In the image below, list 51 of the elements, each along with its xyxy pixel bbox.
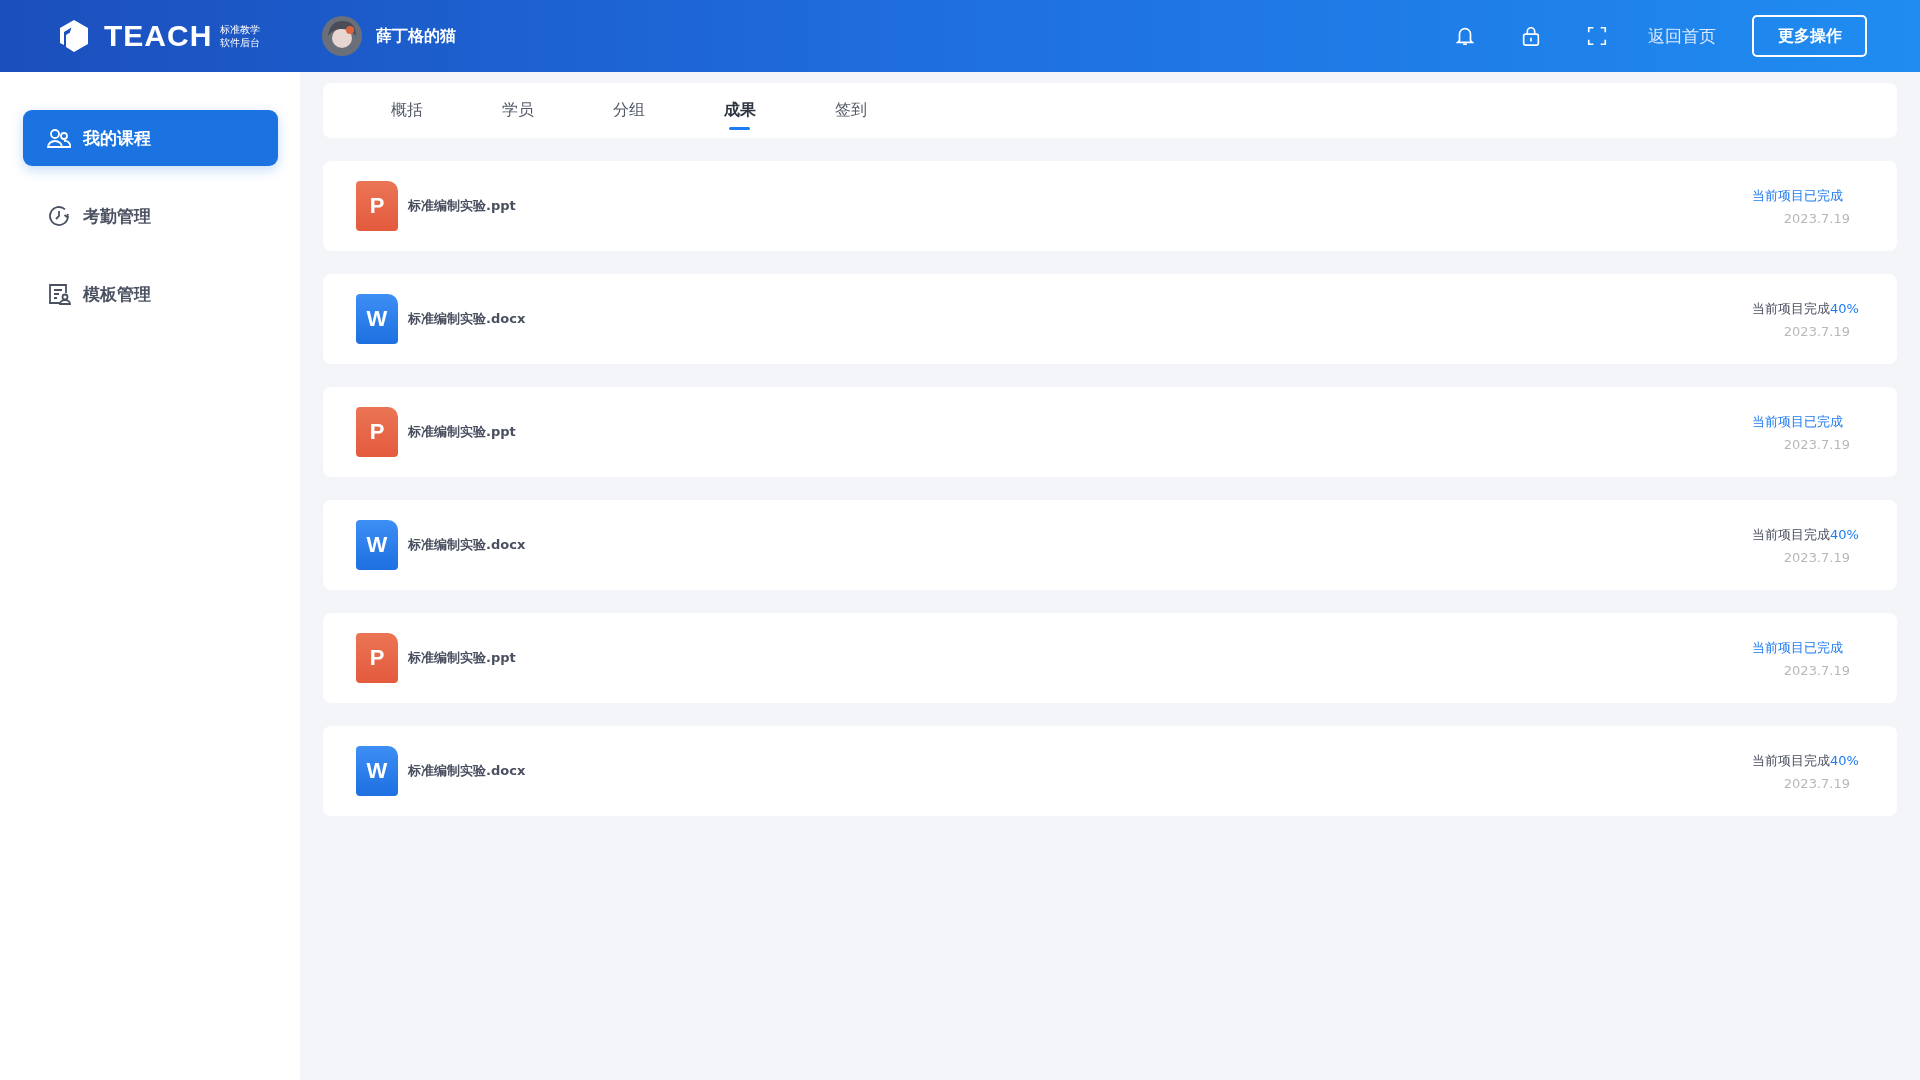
file-name: 标准编制实验.ppt [408,423,516,441]
tab[interactable]: 签到 [795,83,906,138]
file-name: 标准编制实验.docx [408,310,526,328]
file-name: 标准编制实验.docx [408,762,526,780]
file-card[interactable]: W 标准编制实验.docx 当前项目完成40% 2023.7.19 [323,726,1897,816]
presentation-file-icon: P [356,633,398,683]
date-text: 2023.7.19 [1783,210,1850,226]
logo-text: TEACH [104,19,213,53]
document-file-icon: W [356,746,398,796]
date-text: 2023.7.19 [1783,436,1850,452]
file-card[interactable]: P 标准编制实验.ppt 当前项目已完成 2023.7.19 [323,613,1897,703]
tab[interactable]: 学员 [462,83,573,138]
more-actions-button[interactable]: 更多操作 [1752,15,1867,57]
logo-subtitle: 软件后台 [220,36,261,49]
presentation-file-icon: P [356,181,398,231]
lock-icon[interactable] [1520,25,1542,47]
bell-icon[interactable] [1454,25,1476,47]
clock-icon [47,204,71,228]
file-card[interactable]: W 标准编制实验.docx 当前项目完成40% 2023.7.19 [323,274,1897,364]
logo-icon [58,19,90,53]
sidebar-item[interactable]: 考勤管理 [23,188,278,244]
file-card[interactable]: P 标准编制实验.ppt 当前项目已完成 2023.7.19 [323,161,1897,251]
status-text: 当前项目已完成 [1752,412,1843,431]
status-text: 当前项目完成40% [1752,525,1859,544]
date-text: 2023.7.19 [1783,662,1850,678]
file-name: 标准编制实验.docx [408,536,526,554]
file-name: 标准编制实验.ppt [408,197,516,215]
sidebar-item[interactable]: 我的课程 [23,110,278,166]
tab[interactable]: 成果 [684,83,795,138]
tab[interactable]: 分组 [573,83,684,138]
users-icon [47,126,71,150]
tab[interactable]: 概括 [351,83,462,138]
file-name: 标准编制实验.ppt [408,649,516,667]
document-file-icon: W [356,294,398,344]
document-user-icon [47,282,71,306]
date-text: 2023.7.19 [1783,323,1850,339]
status-text: 当前项目已完成 [1752,186,1843,205]
presentation-file-icon: P [356,407,398,457]
status-text: 当前项目完成40% [1752,299,1859,318]
date-text: 2023.7.19 [1783,775,1850,791]
user-name: 薛丁格的猫 [376,25,456,47]
status-text: 当前项目完成40% [1752,751,1859,770]
status-text: 当前项目已完成 [1752,638,1843,657]
fullscreen-icon[interactable] [1586,25,1608,47]
document-file-icon: W [356,520,398,570]
file-card[interactable]: W 标准编制实验.docx 当前项目完成40% 2023.7.19 [323,500,1897,590]
file-card[interactable]: P 标准编制实验.ppt 当前项目已完成 2023.7.19 [323,387,1897,477]
date-text: 2023.7.19 [1783,549,1850,565]
avatar[interactable] [322,16,362,56]
sidebar-item[interactable]: 模板管理 [23,266,278,322]
logo-subtitle: 标准教学 [220,23,261,36]
